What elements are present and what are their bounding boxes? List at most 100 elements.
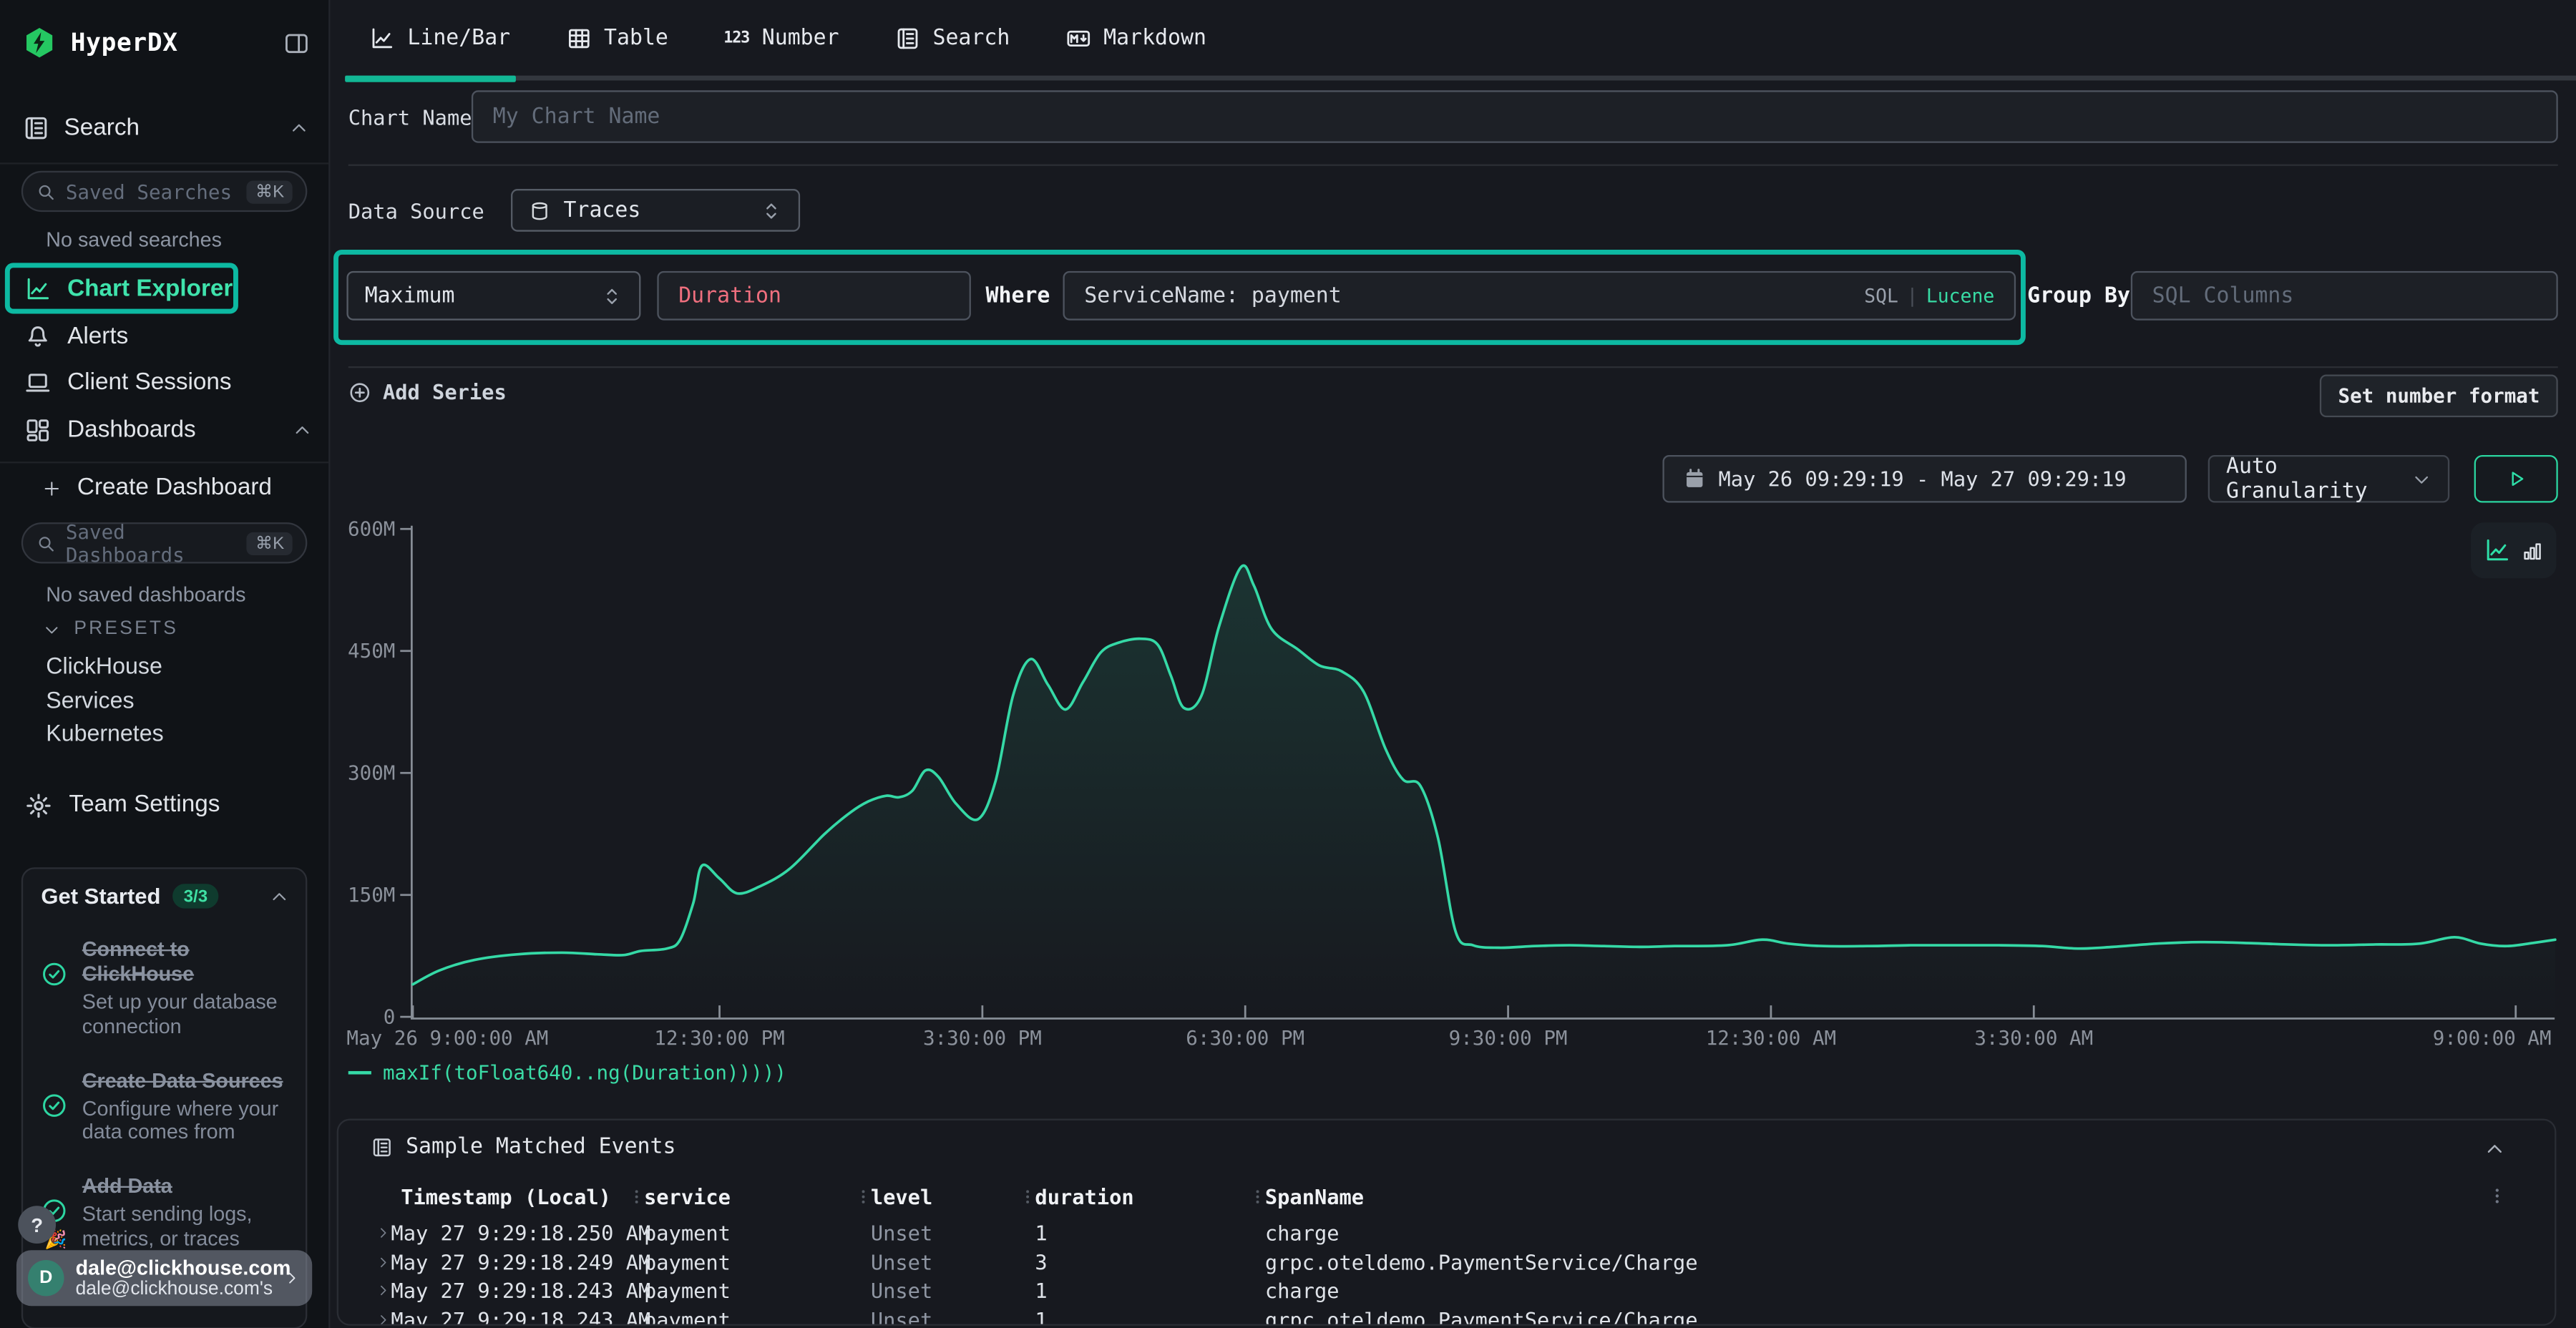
collapse-sidebar-icon[interactable] [284,30,308,54]
add-series-button[interactable]: Add Series [348,379,507,404]
sidebar-item-chart-explorer[interactable]: Chart Explorer [24,273,312,306]
timeseries-chart[interactable]: 0150M300M450M600MMay 26 9:00:00 AM12:30:… [328,509,2576,1068]
chevron-up-icon[interactable] [2484,1138,2505,1160]
search-section-icon [23,115,49,142]
get-started-item[interactable]: Add Data Start sending logs, metrics, or… [41,1175,289,1251]
dashboard-grid-icon [24,417,51,444]
table-row[interactable]: May 27 9:29:18.243 AMpaymentUnset1grpc.o… [338,1305,2555,1326]
get-started-item[interactable]: Connect to ClickHouse Set up your databa… [41,938,289,1039]
presets-toggle[interactable]: PRESETS [43,620,178,640]
run-query-button[interactable] [2474,455,2558,503]
field-input[interactable] [678,283,950,308]
table-row[interactable]: May 27 9:29:18.243 AMpaymentUnset1charge [338,1276,2555,1305]
column-header-spanname[interactable]: SpanName [1265,1183,1364,1211]
sql-toggle[interactable]: SQL [1864,284,1898,307]
column-resize-handle-icon[interactable] [628,1188,645,1206]
search-icon [36,182,57,202]
cell-spanname: grpc.oteldemo.PaymentService/Charge [1265,1248,1698,1276]
chevron-down-icon [2411,469,2431,489]
preset-kubernetes[interactable]: Kubernetes [46,720,163,746]
tab-search[interactable]: Search [895,26,1010,50]
sidebar-item-label: Alerts [67,323,312,350]
x-axis-tick-label: 12:30:00 PM [654,1027,784,1050]
time-range-picker[interactable]: May 26 09:29:19 - May 27 09:29:19 [1662,455,2186,503]
updown-chevron-icon [601,285,623,306]
cell-duration: 1 [1035,1276,1047,1305]
tab-label: Table [604,26,668,50]
sidebar-item-team-settings[interactable]: Team Settings [24,788,312,821]
cell-service: payment [644,1219,731,1248]
tab-number[interactable]: 123Number [724,26,839,50]
column-resize-handle-icon[interactable] [1018,1188,1036,1206]
chevron-up-icon[interactable] [289,118,309,138]
column-header-timestamp-local-[interactable]: Timestamp (Local) [401,1183,611,1211]
set-number-format-button[interactable]: Set number format [2320,374,2558,417]
sidebar-item-label: Chart Explorer [67,276,312,303]
chevron-up-icon[interactable] [270,887,290,907]
app-title: HyperDX [71,28,270,57]
column-header-level[interactable]: level [871,1183,932,1211]
chart-name-input[interactable] [493,104,2537,129]
saved-dashboards-placeholder: Saved Dashboards [66,520,238,566]
group-by-field[interactable] [2131,271,2558,321]
cell-level: Unset [871,1276,932,1305]
divider [348,165,2558,166]
sidebar-section-search[interactable]: Search [23,109,308,148]
expand-row-icon[interactable] [376,1312,391,1326]
tab-markdown[interactable]: Markdown [1065,26,1206,50]
query-language-toggle[interactable]: SQL|Lucene [1864,284,1994,307]
granularity-value: Auto Granularity [2226,454,2399,504]
data-source-label: Data Source [348,199,484,223]
calendar-icon [1684,468,1705,489]
group-by-input[interactable] [2152,283,2537,308]
chart-type-tabs: Line/Bar Table 123Number Search Markdown [370,0,1206,76]
get-started-progress-badge: 3/3 [172,884,220,908]
saved-searches-input[interactable]: Saved Searches ⌘K [21,171,307,212]
bell-icon [24,323,51,350]
where-input[interactable] [1084,283,1851,308]
help-button[interactable]: ? [18,1206,56,1244]
saved-dashboards-input[interactable]: Saved Dashboards ⌘K [21,522,307,563]
chart-name-field[interactable] [472,90,2558,142]
expand-row-icon[interactable] [376,1283,391,1298]
table-row[interactable]: May 27 9:29:18.250 AMpaymentUnset1charge [338,1219,2555,1248]
add-series-label: Add Series [383,379,507,404]
table-row[interactable]: May 27 9:29:18.249 AMpaymentUnset3grpc.o… [338,1248,2555,1276]
tab-label: Markdown [1103,26,1206,50]
preset-services[interactable]: Services [46,686,134,713]
get-started-item[interactable]: Create Data Sources Configure where your… [41,1068,289,1145]
cell-duration: 1 [1035,1219,1047,1248]
check-circle-icon [41,1092,67,1118]
tab-table[interactable]: Table [566,26,668,50]
user-menu[interactable]: D dale@clickhouse.com dale@clickhouse.co… [16,1250,312,1306]
create-dashboard-label: Create Dashboard [77,475,312,502]
no-saved-dashboards-text: No saved dashboards [46,583,245,606]
sidebar-item-dashboards[interactable]: Dashboards [24,414,312,447]
granularity-select[interactable]: Auto Granularity [2208,455,2450,503]
column-resize-handle-icon[interactable] [1249,1188,1267,1206]
create-dashboard-button[interactable]: Create Dashboard [43,472,313,504]
events-table-header: Timestamp (Local) service level duration Spa… [338,1183,2555,1211]
lucene-toggle[interactable]: Lucene [1926,284,1994,307]
field-input-wrap[interactable] [657,271,971,321]
cell-duration: 1 [1035,1305,1047,1326]
sidebar-item-alerts[interactable]: Alerts [24,321,312,353]
logo-row: HyperDX [23,21,308,64]
aggregation-select[interactable]: Maximum [346,271,640,321]
y-axis-tick-label: 150M [348,884,395,907]
where-input-wrap[interactable]: SQL|Lucene [1063,271,2016,321]
sidebar-item-label: Team Settings [69,792,312,819]
data-source-value: Traces [564,198,748,223]
expand-row-icon[interactable] [376,1254,391,1269]
tabs-divider [345,76,2576,81]
user-org: dale@clickhouse.com's [76,1280,273,1300]
expand-row-icon[interactable] [376,1226,391,1241]
preset-clickhouse[interactable]: ClickHouse [46,652,162,678]
column-header-service[interactable]: service [644,1183,731,1211]
tab-line-bar[interactable]: Line/Bar [370,26,511,50]
chevron-up-icon[interactable] [293,421,313,441]
column-header-duration[interactable]: duration [1035,1183,1133,1211]
sidebar-item-client-sessions[interactable]: Client Sessions [24,366,312,399]
column-resize-handle-icon[interactable] [854,1188,872,1206]
data-source-select[interactable]: Traces [511,189,800,232]
